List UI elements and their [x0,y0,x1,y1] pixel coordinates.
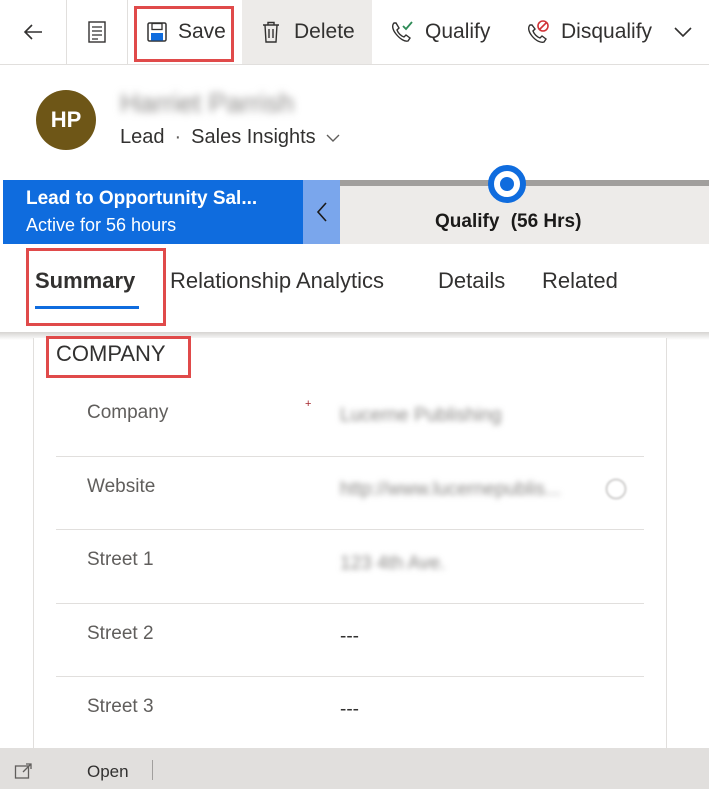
chevron-down-icon [326,134,340,142]
form-selector-label: Sales Insights [191,126,316,148]
company-section [33,338,667,750]
back-button[interactable] [0,0,66,64]
tab-related[interactable]: Related [542,268,618,294]
company-field[interactable]: Lucerne Publishing [340,405,502,427]
open-status-label: Open [87,762,129,781]
globe-icon[interactable] [606,479,626,499]
delete-button[interactable]: Delete [242,0,372,64]
save-highlight [134,6,234,62]
street-1-field[interactable]: 123 4th Ave. [340,553,445,575]
active-stage-label[interactable]: Qualify (56 Hrs) [435,211,581,233]
tab-related-label: Related [542,268,618,293]
website-field[interactable]: http://www.lucernepublis... [340,479,561,501]
phone-check-icon [391,21,413,42]
record-subtitle: Lead · Sales Insights [120,126,341,149]
entity-separator: · [174,126,182,148]
street-2-label: Street 2 [87,623,154,644]
tab-details[interactable]: Details [438,268,505,294]
more-commands-button[interactable] [668,0,698,64]
chevron-left-icon [316,202,327,222]
website-label: Website [87,476,156,497]
row-divider [56,676,644,677]
divider [152,760,153,780]
back-arrow-icon [23,24,42,40]
entity-label: Lead [120,126,165,148]
section-title-highlight [46,336,191,378]
form-icon [88,21,106,43]
stage-duration: (56 Hrs) [510,211,582,232]
process-flow-panel[interactable]: Lead to Opportunity Sal... Active for 56… [3,180,303,244]
street-3-field[interactable]: --- [340,699,359,721]
qualify-label: Qualify [425,20,491,43]
phone-disqualify-icon [527,20,549,43]
tab-relationship-analytics[interactable]: Relationship Analytics [170,268,384,294]
street-3-label: Street 3 [87,696,154,717]
company-label: Company [87,402,169,423]
process-active-time: Active for 56 hours [26,215,177,235]
qualify-button[interactable]: Qualify [389,0,490,64]
street-2-field[interactable]: --- [340,626,359,648]
disqualify-label: Disqualify [561,20,653,43]
disqualify-button[interactable]: Disqualify [525,0,652,64]
process-collapse-button[interactable] [303,180,340,244]
row-divider [56,456,644,457]
row-divider [56,529,644,530]
stage-name: Qualify [435,211,500,232]
avatar-initials: HP [50,107,82,132]
avatar: HP [36,90,96,150]
record-name: Harriet Parrish [120,88,295,118]
street-1-label: Street 1 [87,549,154,570]
tab-relationship-analytics-label: Relationship Analytics [170,268,385,293]
divider [127,0,128,64]
status-bar: Open [0,748,709,789]
row-divider [56,603,644,604]
delete-label: Delete [294,20,355,43]
summary-tab-highlight [26,248,166,326]
chevron-down-icon [674,27,692,38]
trash-icon [263,21,279,43]
command-bar: Save Delete Qualify Disqualify [0,0,709,65]
required-marker: + [305,398,312,410]
stage-dot [500,177,514,191]
active-stage-marker[interactable] [488,165,526,203]
open-in-new-window-icon[interactable] [14,762,34,780]
form-view-button[interactable] [67,0,127,64]
form-selector[interactable]: Sales Insights [191,126,341,149]
tab-details-label: Details [438,268,506,293]
process-name: Lead to Opportunity Sal... [26,188,258,209]
